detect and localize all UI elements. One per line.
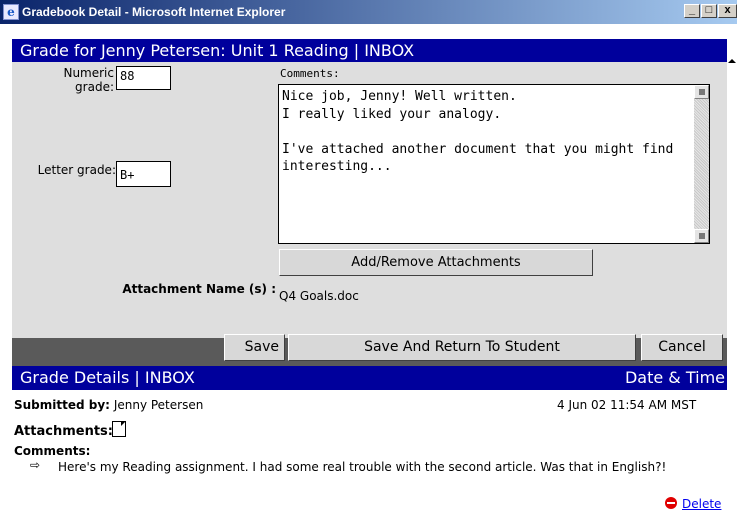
comments-scrollbar[interactable] <box>694 85 709 243</box>
save-and-return-button[interactable]: Save And Return To Student <box>288 334 636 361</box>
scroll-up-button[interactable] <box>694 85 709 99</box>
details-header: Grade Details | INBOX Date & Time <box>12 366 727 390</box>
comments-label: Comments: <box>280 67 340 80</box>
minimize-button[interactable]: _ <box>684 4 700 18</box>
submitted-by-label: Submitted by: <box>14 398 110 412</box>
document-icon[interactable] <box>112 421 126 437</box>
cancel-button[interactable]: Cancel <box>641 334 723 361</box>
grade-header: Grade for Jenny Petersen: Unit 1 Reading… <box>12 39 727 63</box>
add-remove-attachments-button[interactable]: Add/Remove Attachments <box>279 249 593 276</box>
submitted-by-value: Jenny Petersen <box>113 398 204 412</box>
delete-icon[interactable] <box>665 497 677 509</box>
scroll-down-button[interactable] <box>694 229 709 243</box>
page-scrollbar[interactable] <box>727 24 737 514</box>
scroll-up-icon[interactable] <box>728 59 736 63</box>
internet-explorer-icon: e <box>3 4 19 20</box>
maximize-button[interactable]: □ <box>701 4 717 18</box>
scroll-down-icon <box>698 233 705 239</box>
close-button[interactable]: x <box>718 4 737 18</box>
attachment-name-value: Q4 Goals.doc <box>279 289 359 303</box>
comment-text: Here's my Reading assignment. I had some… <box>58 460 667 474</box>
comments-heading: Comments: <box>14 444 91 458</box>
numeric-grade-input[interactable]: 88 <box>116 66 171 90</box>
attachments-label: Attachments: <box>14 424 113 439</box>
window-titlebar: e Gradebook Detail - Microsoft Internet … <box>0 0 737 24</box>
delete-link[interactable]: Delete <box>682 497 721 511</box>
window-title: Gradebook Detail - Microsoft Internet Ex… <box>22 5 286 19</box>
submission-date: 4 Jun 02 11:54 AM MST <box>557 398 697 412</box>
save-button[interactable]: Save <box>224 334 285 361</box>
attachment-name-label: Attachment Name (s) : <box>122 282 276 296</box>
letter-grade-label: Letter grade: <box>37 163 116 177</box>
details-header-title: Grade Details | INBOX <box>20 368 195 387</box>
grade-header-title: Grade for Jenny Petersen: Unit 1 Reading… <box>20 41 415 60</box>
comments-value[interactable]: Nice job, Jenny! Well written. I really … <box>282 88 697 176</box>
letter-grade-input[interactable]: B+ <box>116 161 171 187</box>
scroll-up-icon <box>698 89 705 95</box>
submitted-by-row: Submitted by: Jenny Petersen <box>14 398 203 412</box>
attachments-row: Attachments: <box>14 424 113 439</box>
comments-textarea[interactable]: Nice job, Jenny! Well written. I really … <box>278 84 710 244</box>
details-header-date: Date & Time <box>624 368 725 387</box>
numeric-grade-label: Numeric grade: <box>63 66 114 94</box>
